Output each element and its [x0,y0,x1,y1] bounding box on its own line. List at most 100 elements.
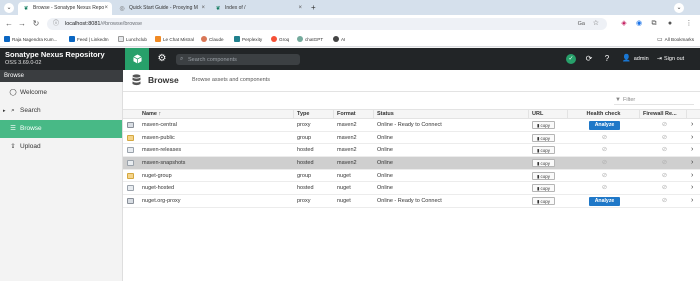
tab-search-chevron-icon[interactable]: ⌄ [4,3,14,13]
filter-input[interactable] [623,95,693,105]
copy-url-button[interactable]: ▮copy [532,184,555,193]
all-bookmarks-folder[interactable]: ▭ All Bookmarks [657,33,694,47]
cell-type: proxy [297,122,311,128]
cell-status: Online [377,147,393,154]
bookmark-item[interactable]: AI [333,33,345,47]
chevron-right-icon[interactable]: › [691,132,693,144]
product-version: OSS 3.69.0-02 [5,60,42,66]
chevron-right-icon[interactable]: › [691,157,693,169]
sidebar-item-browse[interactable]: ☰ Browse [0,120,122,138]
analyze-button[interactable]: Analyze [589,121,620,130]
user-account-button[interactable]: 👤 admin [622,48,649,70]
profile-avatar-icon[interactable]: ● [665,19,675,29]
chevron-right-icon[interactable]: › [691,144,693,156]
bookmark-item[interactable]: Feed | LinkedIn [69,33,109,47]
sidebar-item-search[interactable]: ▸ ⌕ Search [0,102,122,120]
copy-url-button[interactable]: ▮copy [532,159,555,168]
expand-caret-icon[interactable]: ▸ [3,102,6,120]
site-info-icon[interactable]: ⓘ [53,19,59,29]
browser-menu-icon[interactable]: ⋮ [684,19,694,29]
bookmark-star-icon[interactable]: ☆ [593,19,599,29]
refresh-icon[interactable]: ⟳ [584,54,594,64]
back-arrow-icon[interactable]: ← [4,19,14,28]
search-components-input[interactable] [188,54,296,65]
table-row[interactable]: maven-releases hosted maven2 Online ▮copy ⊘ ⊘ › [123,144,700,158]
extensions-puzzle-icon[interactable]: ⧉ [649,19,659,29]
system-status-check-icon[interactable]: ✓ [566,54,576,64]
perplexity-icon [234,36,240,42]
close-icon[interactable]: × [201,2,205,15]
browser-tab-nexus[interactable]: ❦ Browse - Sonatype Nexus Repo × [18,2,112,15]
reload-icon[interactable]: ↻ [31,19,41,28]
browser-tab-quickstart[interactable]: ◎ Quick Start Guide - Proxying M × [114,2,209,15]
url-text[interactable]: localhost:8081/#browse/browse [65,18,142,30]
new-tab-plus-icon[interactable]: + [311,2,316,13]
table-row[interactable]: nuget-hosted hosted nuget Online ▮copy ⊘ ⊘ › [123,182,700,196]
grid-body: maven-central proxy maven2 Online - Ready t… [123,119,700,208]
search-icon: ⌕ [180,56,184,62]
bookmark-item[interactable]: Le Chat Mistral [155,33,194,47]
bookmark-item[interactable]: chatGPT [297,33,323,47]
cell-type: group [297,172,312,179]
cell-format: maven2 [337,134,357,141]
chevron-right-icon[interactable]: › [691,182,693,194]
gear-icon[interactable]: ⚙ [152,48,172,70]
ai-icon [333,36,339,42]
firewall-unavailable-icon: ⊘ [661,171,668,179]
table-row[interactable]: nuget-group group nuget Online ▮copy ⊘ ⊘ › [123,170,700,183]
bookmark-item[interactable]: Lunchclub [118,33,147,47]
column-header-status[interactable]: Status [374,110,529,119]
repository-hosted-icon [127,160,134,167]
cube-icon [133,54,142,64]
copy-url-button[interactable]: ▮copy [532,171,555,180]
cell-name: nuget-hosted [142,185,175,192]
analyze-button[interactable]: Analyze [589,197,620,207]
bookmark-item[interactable]: Perplexity [234,33,262,47]
table-row[interactable]: maven-public group maven2 Online ▮copy ⊘ ⊘ › [123,132,700,145]
close-icon[interactable]: × [104,2,108,15]
column-header-type[interactable]: Type [294,110,334,119]
column-header-name[interactable]: Name ↑ [123,110,294,119]
forward-arrow-icon[interactable]: → [17,19,27,28]
database-icon [132,74,141,86]
repository-hosted-icon [127,147,134,154]
close-icon[interactable]: × [298,2,302,15]
component-search[interactable]: ⌕ [176,54,300,65]
column-header-firewall[interactable]: Firewall Re... [640,110,687,119]
bookmark-item[interactable]: Groq [271,33,289,47]
url-omnibox[interactable]: ⓘ localhost:8081/#browse/browse Ga ☆ [47,18,607,30]
cell-format: maven2 [337,147,357,154]
cell-status: Online - Ready to Connect [377,198,442,205]
bookmark-item[interactable]: Claude [201,33,224,47]
chevron-right-icon[interactable]: › [691,170,693,182]
filter-field[interactable]: ▼ [614,95,694,105]
copy-url-button[interactable]: ▮copy [532,197,555,206]
sidebar-item-welcome[interactable]: ◯ Welcome [0,84,122,102]
table-row[interactable]: maven-central proxy maven2 Online - Ready t… [123,119,700,132]
cell-format: nuget [337,185,351,192]
column-header-format[interactable]: Format [334,110,374,119]
chevron-down-icon[interactable]: ⌄ [674,3,684,13]
chevron-right-icon[interactable]: › [691,119,693,131]
translate-icon[interactable]: Ga [578,19,585,29]
copy-url-button[interactable]: ▮copy [532,133,555,142]
sign-out-button[interactable]: ⇥ Sign out [657,48,684,70]
bookmark-item[interactable]: Raja Nagendra Kum... [4,33,57,47]
table-row[interactable]: nuget.org-proxy proxy nuget Online - Ready … [123,195,700,208]
firewall-unavailable-icon: ⊘ [661,121,668,128]
copy-url-button[interactable]: ▮copy [532,121,555,129]
copy-url-button[interactable]: ▮copy [532,146,555,155]
sidebar-item-upload[interactable]: ⇪ Upload [0,138,122,156]
extension-g-icon[interactable]: ◉ [634,19,644,29]
chevron-right-icon[interactable]: › [691,195,693,207]
pocket-extension-icon[interactable]: ◈ [619,19,629,29]
column-header-health-check[interactable]: Health check [568,110,640,119]
column-header-url[interactable]: URL [529,110,568,119]
health-check-unavailable-icon: ⊘ [601,159,608,167]
browser-tab-index[interactable]: ❦ Index of / × [210,2,306,15]
repository-hosted-icon [127,185,134,192]
browse-mode-button[interactable] [125,48,149,70]
table-row[interactable]: maven-snapshots hosted maven2 Online ▮copy ⊘ ⊘… [123,157,700,170]
product-brand[interactable]: Sonatype Nexus Repository OSS 3.69.0-02 [5,51,105,67]
help-icon[interactable]: ? [602,54,612,64]
